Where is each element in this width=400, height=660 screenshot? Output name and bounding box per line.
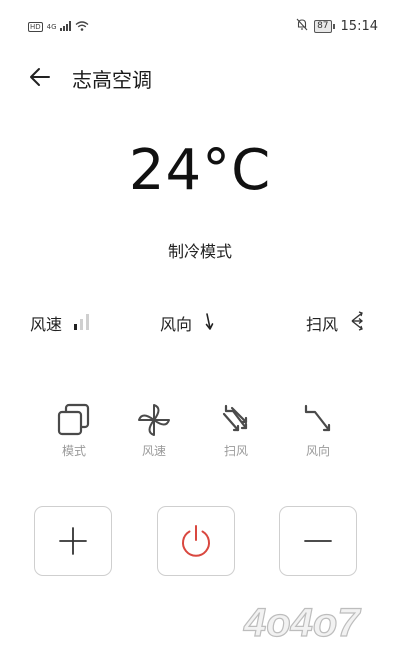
direction-arrow-icon — [202, 308, 216, 338]
wifi-icon — [75, 20, 89, 34]
status-time: 15:14 — [340, 18, 378, 34]
swing-icon — [222, 404, 248, 432]
direction-button[interactable]: 风向 — [280, 400, 356, 470]
swing-label: 扫风 — [306, 315, 339, 334]
swing-arrows-icon — [348, 310, 366, 336]
temperature-up-button[interactable] — [34, 506, 112, 576]
swing-button-label: 扫风 — [223, 444, 248, 458]
fan-icon — [138, 404, 170, 436]
function-row: 模式 风速 扫风 风向 — [0, 400, 400, 470]
fan-speed-label: 风速 — [30, 315, 63, 334]
status-right: 87 15:14 — [296, 18, 378, 34]
status-bar: HD 4G 87 15:14 — [0, 0, 400, 52]
direction-button-label: 风向 — [305, 444, 330, 458]
minus-icon — [304, 540, 332, 542]
page-title: 志高空调 — [72, 68, 152, 92]
speed-bar — [86, 314, 90, 330]
fan-speed-button-label: 风速 — [141, 444, 166, 458]
mode-button-label: 模式 — [61, 444, 86, 458]
swing-status: 扫风 — [306, 310, 366, 336]
temperature-display: 24°C — [128, 138, 272, 203]
power-button[interactable] — [157, 506, 235, 576]
swing-button[interactable]: 扫风 — [198, 400, 274, 470]
temperature-down-button[interactable] — [279, 506, 357, 576]
svg-text:4o4o7: 4o4o7 — [243, 601, 361, 644]
back-button[interactable] — [26, 63, 54, 91]
mute-bell-icon — [296, 18, 308, 34]
speed-bar — [74, 324, 78, 330]
battery-icon: 87 — [314, 19, 335, 33]
fan-speed-bars-icon — [72, 312, 94, 334]
network-type: 4G — [46, 23, 57, 31]
mode-display: 制冷模式 — [167, 242, 232, 261]
battery-level: 87 — [314, 19, 332, 33]
fan-speed-status: 风速 — [30, 310, 94, 336]
signal-icon — [59, 20, 72, 34]
mode-button[interactable]: 模式 — [36, 400, 112, 470]
plus-icon — [59, 527, 87, 555]
hd-icon: HD — [28, 22, 43, 32]
fan-speed-button[interactable]: 风速 — [116, 400, 192, 470]
mode-icon — [57, 403, 90, 436]
status-left: HD 4G — [28, 20, 89, 34]
power-icon — [182, 525, 210, 557]
direction-icon — [304, 404, 331, 432]
speed-bar — [80, 319, 84, 330]
direction-label: 风向 — [160, 315, 193, 334]
arrow-left-icon — [30, 68, 50, 86]
direction-status: 风向 — [160, 310, 216, 336]
header: 志高空调 — [0, 60, 400, 94]
watermark-logo: 4o4o7 — [240, 598, 390, 648]
